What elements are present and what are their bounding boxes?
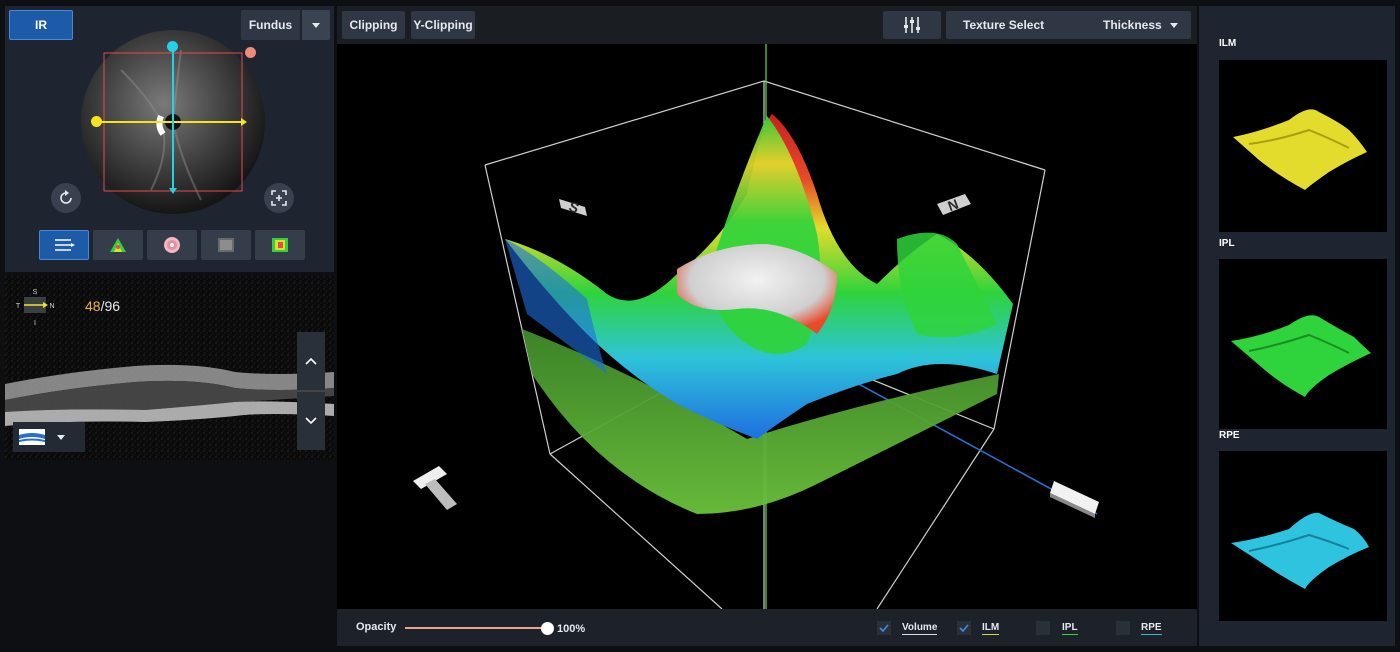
ipl-title: IPL [1219,238,1235,249]
chevron-down-icon[interactable] [1170,22,1178,28]
etdrs-grid-mode-button[interactable] [147,230,197,260]
heatmap-icon [272,238,288,252]
ilm-surface-thumb [1233,109,1367,190]
scan-corner-handle[interactable] [245,47,256,58]
rpe-preview[interactable] [1219,451,1387,621]
line-scan-icon [55,239,75,251]
texture-select-value[interactable]: Thickness [1103,18,1162,32]
chevron-down-icon [305,417,317,425]
ipl-checkbox[interactable] [1036,621,1050,635]
next-slice-button[interactable] [297,392,325,450]
compass-icon: S I T N [16,289,55,327]
rpe-layer-label[interactable]: RPE [1141,622,1162,635]
y-clipping-button[interactable]: Y-Clipping [411,11,475,39]
chevron-down-icon[interactable] [57,434,65,440]
refresh-icon [60,190,72,204]
bscan-panel: S I T N 48/96 [5,276,334,460]
viewer-bottom-bar: Opacity 100% Volume ILM IPL RPE [337,609,1197,646]
volume-checkbox[interactable] [877,621,891,635]
layers-icon [19,429,45,445]
scan-mode-bar [39,230,305,260]
ipl-layer-label[interactable]: IPL [1062,622,1078,635]
chevron-down-icon[interactable] [302,10,330,40]
check-icon [879,624,889,633]
layer-display-select[interactable] [13,422,85,452]
chevron-up-icon [305,357,317,365]
opacity-slider-thumb[interactable] [541,622,554,635]
texture-select-label: Texture Select [963,18,1045,32]
orientation-s-marker: S [559,198,587,216]
previous-slice-button[interactable] [297,332,325,390]
fundus-panel: IR Fundus [5,6,334,272]
svg-text:S: S [33,289,38,296]
ipl-preview[interactable] [1219,259,1387,429]
scan-start-handle[interactable] [91,116,102,127]
svg-text:T: T [16,303,21,310]
slice-counter: 48/96 [85,298,120,314]
enface-icon [218,238,234,252]
orientation-n-marker: N [937,194,971,215]
ipl-surface-thumb [1231,315,1371,397]
scan-top-handle[interactable] [167,41,178,52]
svg-text:I: I [34,320,36,327]
opacity-slider-track[interactable] [405,627,548,629]
check-icon [959,624,969,633]
svg-text:N: N [49,303,54,310]
ir-mode-button[interactable]: IR [9,10,73,40]
etdrs-grid-icon [164,237,180,253]
enface-mode-button[interactable] [201,230,251,260]
rotate-button[interactable] [51,183,81,213]
line-scan-mode-button[interactable] [39,230,89,260]
adjust-settings-button[interactable] [883,11,941,39]
ilm-layer-label[interactable]: ILM [982,622,1000,635]
viewer-toolbar: Clipping Y-Clipping Texture Select Thick… [337,6,1197,44]
volume-layer-label[interactable]: Volume [902,622,938,635]
rpe-surface-thumb [1231,512,1369,589]
ilm-checkbox[interactable] [957,621,971,635]
thickness-map-mode-button[interactable] [93,230,143,260]
ilm-preview[interactable] [1219,60,1387,232]
slice-total: 96 [104,298,121,314]
slice-current: 48 [85,298,101,314]
sliders-icon [904,17,920,33]
rpe-title: RPE [1219,430,1240,441]
thickness-map-icon [110,238,126,252]
fit-screen-icon [271,190,287,206]
fit-screen-button[interactable] [264,183,294,213]
opacity-label: Opacity [356,621,397,633]
orientation-t-marker: T [413,466,457,510]
clipping-button[interactable]: Clipping [342,11,405,39]
opacity-value: 100% [557,623,586,635]
ilm-title: ILM [1219,38,1237,49]
volume-render[interactable]: S N T I [337,44,1197,609]
layer-preview-panel: ILM IPL RPE [1199,6,1395,646]
volume-3d-viewer[interactable]: S N T I [337,44,1197,609]
rpe-checkbox[interactable] [1116,621,1130,635]
fundus-image[interactable] [81,30,265,214]
heatmap-mode-button[interactable] [255,230,305,260]
texture-select[interactable]: Texture Select Thickness [946,11,1191,39]
